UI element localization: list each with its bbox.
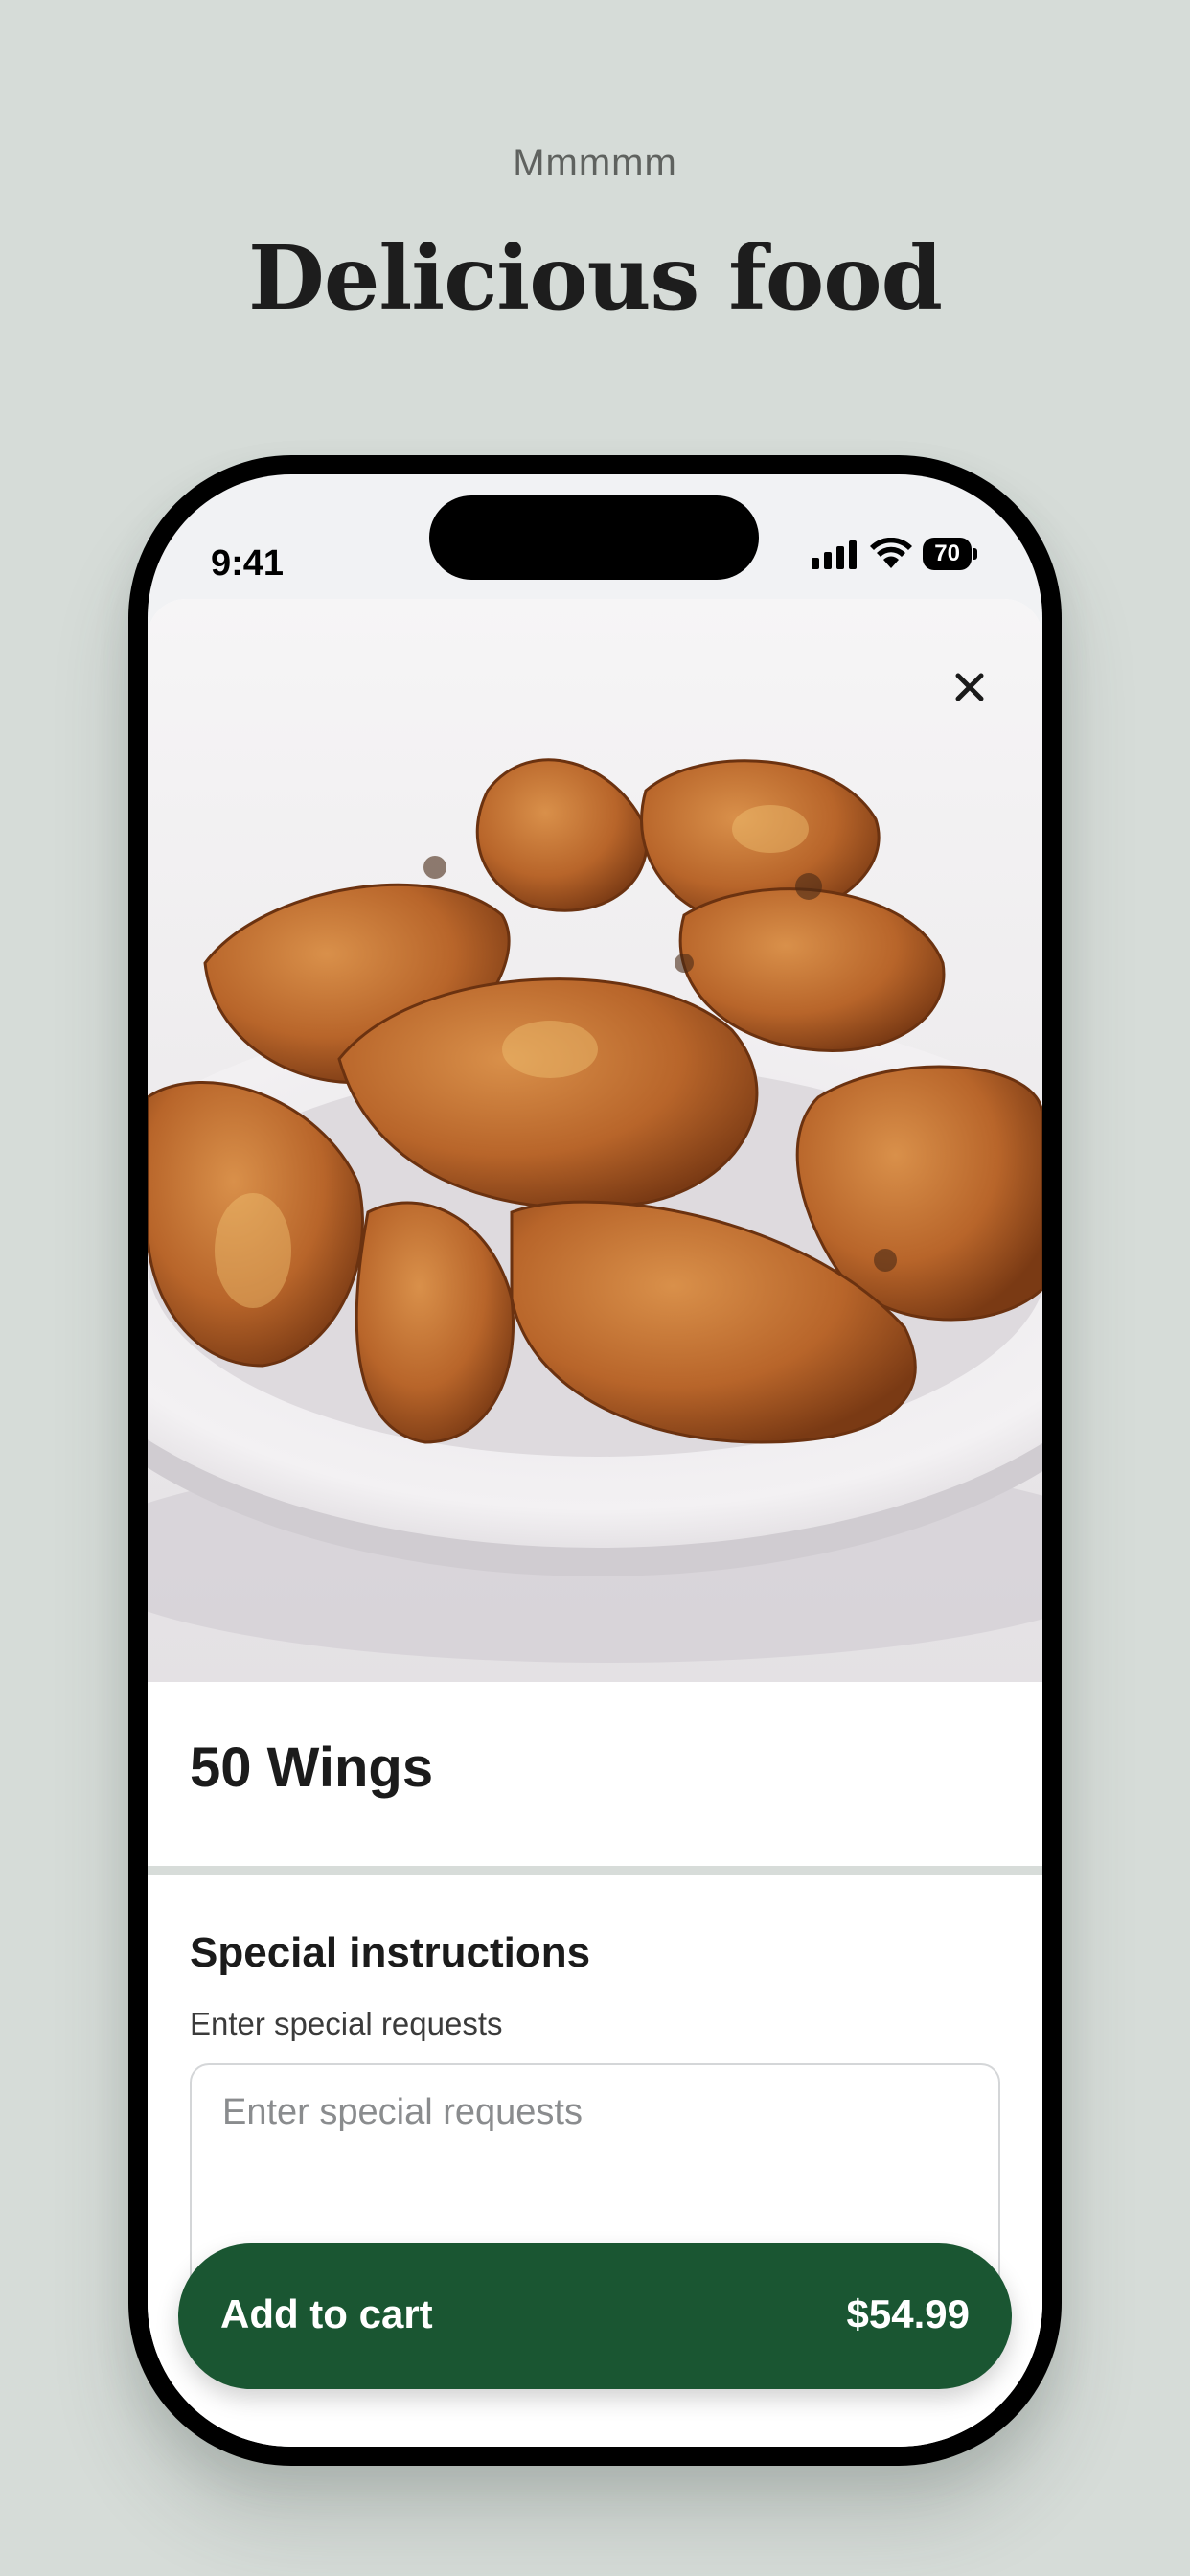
header-kicker: Mmmmm [513, 142, 677, 184]
add-to-cart-button[interactable]: Add to cart $54.99 [178, 2243, 1012, 2389]
close-button[interactable] [939, 656, 1000, 718]
battery-icon: 70 [923, 538, 977, 570]
add-to-cart-label: Add to cart [220, 2291, 433, 2336]
header-headline: Delicious food [248, 226, 943, 330]
signal-icon [812, 540, 858, 569]
wings-photo [148, 599, 1042, 1682]
battery-level: 70 [923, 538, 972, 570]
special-instructions-subtitle: Enter special requests [190, 2006, 503, 2041]
phone-frame: 9:41 70 50 Wings Special instructions En… [128, 455, 1062, 2466]
special-requests-placeholder: Enter special requests [222, 2092, 583, 2132]
section-divider [148, 1866, 1042, 1875]
status-icons: 70 [810, 538, 977, 570]
product-sheet: 50 Wings Special instructions Enter spec… [148, 599, 1042, 2447]
close-icon [955, 673, 984, 702]
dynamic-island [429, 495, 759, 580]
wifi-icon [870, 538, 913, 568]
special-instructions-title: Special instructions [190, 1929, 591, 1976]
phone-screen: 9:41 70 50 Wings Special instructions En… [148, 474, 1042, 2447]
status-bar: 9:41 70 [148, 474, 1042, 618]
add-to-cart-price: $54.99 [846, 2291, 970, 2336]
status-time: 9:41 [211, 543, 285, 584]
item-title: 50 Wings [190, 1736, 434, 1799]
